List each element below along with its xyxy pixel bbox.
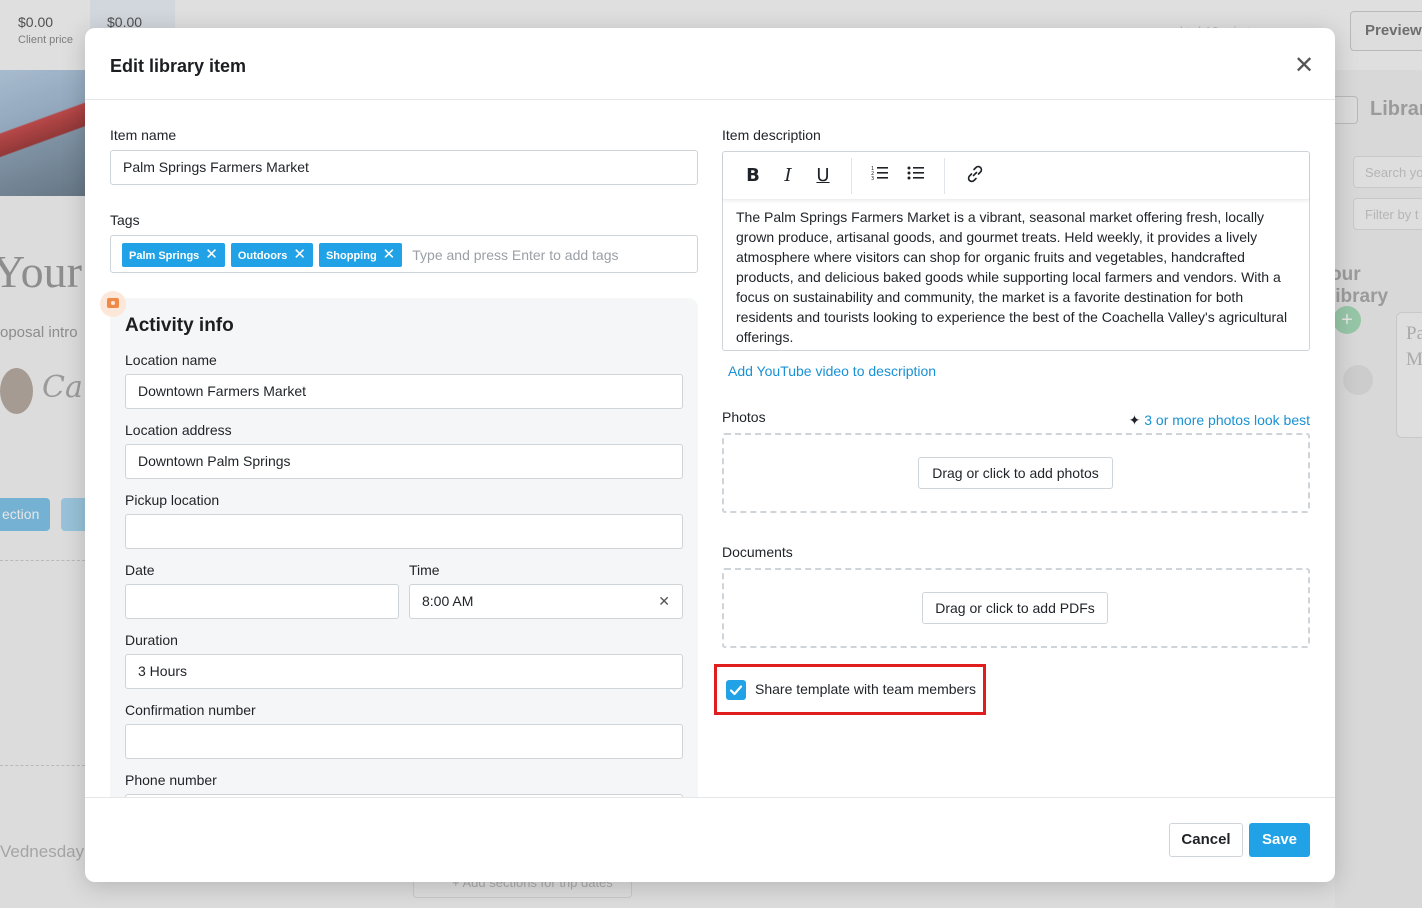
check-icon: [729, 685, 743, 696]
confirmation-number-label: Confirmation number: [125, 702, 256, 718]
tags-placeholder[interactable]: Type and press Enter to add tags: [412, 243, 618, 267]
documents-label: Documents: [722, 544, 793, 560]
share-template-highlight: Share template with team members: [714, 664, 986, 715]
phone-number-label: Phone number: [125, 772, 217, 788]
svg-text:3: 3: [871, 176, 874, 182]
description-text[interactable]: The Palm Springs Farmers Market is a vib…: [723, 200, 1309, 347]
date-label: Date: [125, 562, 155, 578]
activity-info-section: Activity info Location name Downtown Far…: [110, 298, 698, 798]
camera-icon: [100, 291, 126, 317]
add-pdfs-button[interactable]: Drag or click to add PDFs: [922, 592, 1108, 624]
toolbar-divider: [851, 158, 852, 194]
modal-header: Edit library item ✕: [85, 28, 1335, 100]
photos-dropzone[interactable]: Drag or click to add photos: [722, 433, 1310, 513]
tag-chip: Shopping ✕: [318, 243, 403, 267]
location-name-label: Location name: [125, 352, 217, 368]
tag-label: Shopping: [325, 250, 377, 262]
bold-icon[interactable]: B: [741, 164, 765, 188]
left-column: Item name Palm Springs Farmers Market Ta…: [100, 101, 698, 798]
documents-dropzone[interactable]: Drag or click to add PDFs: [722, 568, 1310, 648]
modal-footer: Cancel Save: [85, 797, 1335, 882]
time-label: Time: [409, 562, 440, 578]
location-address-input[interactable]: Downtown Palm Springs: [125, 444, 683, 479]
time-value: 8:00 AM: [422, 593, 474, 609]
underline-icon[interactable]: U: [811, 164, 835, 188]
location-name-input[interactable]: Downtown Farmers Market: [125, 374, 683, 409]
sparkle-icon: ✦: [1128, 412, 1141, 428]
editor-toolbar: B I U 123: [723, 152, 1309, 200]
tags-label: Tags: [110, 212, 140, 228]
save-button[interactable]: Save: [1249, 823, 1310, 857]
share-template-label[interactable]: Share template with team members: [755, 681, 976, 697]
time-input[interactable]: 8:00 AM ✕: [409, 584, 683, 619]
item-name-label: Item name: [110, 127, 177, 143]
modal-title: Edit library item: [110, 56, 247, 76]
modal-body: Item name Palm Springs Farmers Market Ta…: [85, 101, 1335, 798]
tag-label: Outdoors: [237, 250, 288, 262]
ordered-list-icon[interactable]: 123: [868, 164, 892, 188]
confirmation-number-input[interactable]: [125, 724, 683, 759]
tags-input[interactable]: Palm Springs ✕ Outdoors ✕ Shopping ✕ Type and …: [110, 235, 698, 273]
duration-input[interactable]: 3 Hours: [125, 654, 683, 689]
duration-label: Duration: [125, 632, 178, 648]
remove-tag-icon[interactable]: ✕: [293, 243, 306, 267]
item-description-label: Item description: [722, 127, 821, 143]
photos-label: Photos: [722, 409, 766, 425]
italic-icon[interactable]: I: [776, 164, 800, 188]
toolbar-divider: [944, 158, 945, 194]
pickup-location-input[interactable]: [125, 514, 683, 549]
description-editor: B I U 123 The Palm Springs Farmers Marke…: [722, 151, 1310, 351]
add-youtube-link[interactable]: Add YouTube video to description: [728, 363, 936, 379]
tag-chip: Outdoors ✕: [230, 243, 313, 267]
tag-chip: Palm Springs ✕: [122, 243, 225, 267]
activity-info-title: Activity info: [125, 315, 234, 336]
photos-hint-text[interactable]: 3 or more photos look best: [1144, 412, 1310, 428]
remove-tag-icon[interactable]: ✕: [205, 243, 218, 267]
location-address-label: Location address: [125, 422, 232, 438]
photos-hint: ✦ 3 or more photos look best: [1129, 412, 1310, 429]
add-photos-button[interactable]: Drag or click to add photos: [918, 457, 1113, 489]
link-icon[interactable]: [963, 164, 987, 188]
bullet-list-icon[interactable]: [904, 164, 928, 188]
edit-library-item-modal: Edit library item ✕ Item name Palm Sprin…: [85, 28, 1335, 882]
remove-tag-icon[interactable]: ✕: [383, 243, 396, 267]
pickup-location-label: Pickup location: [125, 492, 220, 508]
share-template-checkbox[interactable]: [726, 680, 746, 700]
clear-time-icon[interactable]: ✕: [658, 585, 670, 618]
cancel-button[interactable]: Cancel: [1169, 823, 1243, 857]
right-column: Item description B I U 123 The Palm Spri…: [714, 101, 1310, 798]
item-name-input[interactable]: Palm Springs Farmers Market: [110, 150, 698, 185]
date-input[interactable]: [125, 584, 399, 619]
close-icon[interactable]: ✕: [1293, 54, 1315, 78]
tag-label: Palm Springs: [129, 250, 200, 262]
